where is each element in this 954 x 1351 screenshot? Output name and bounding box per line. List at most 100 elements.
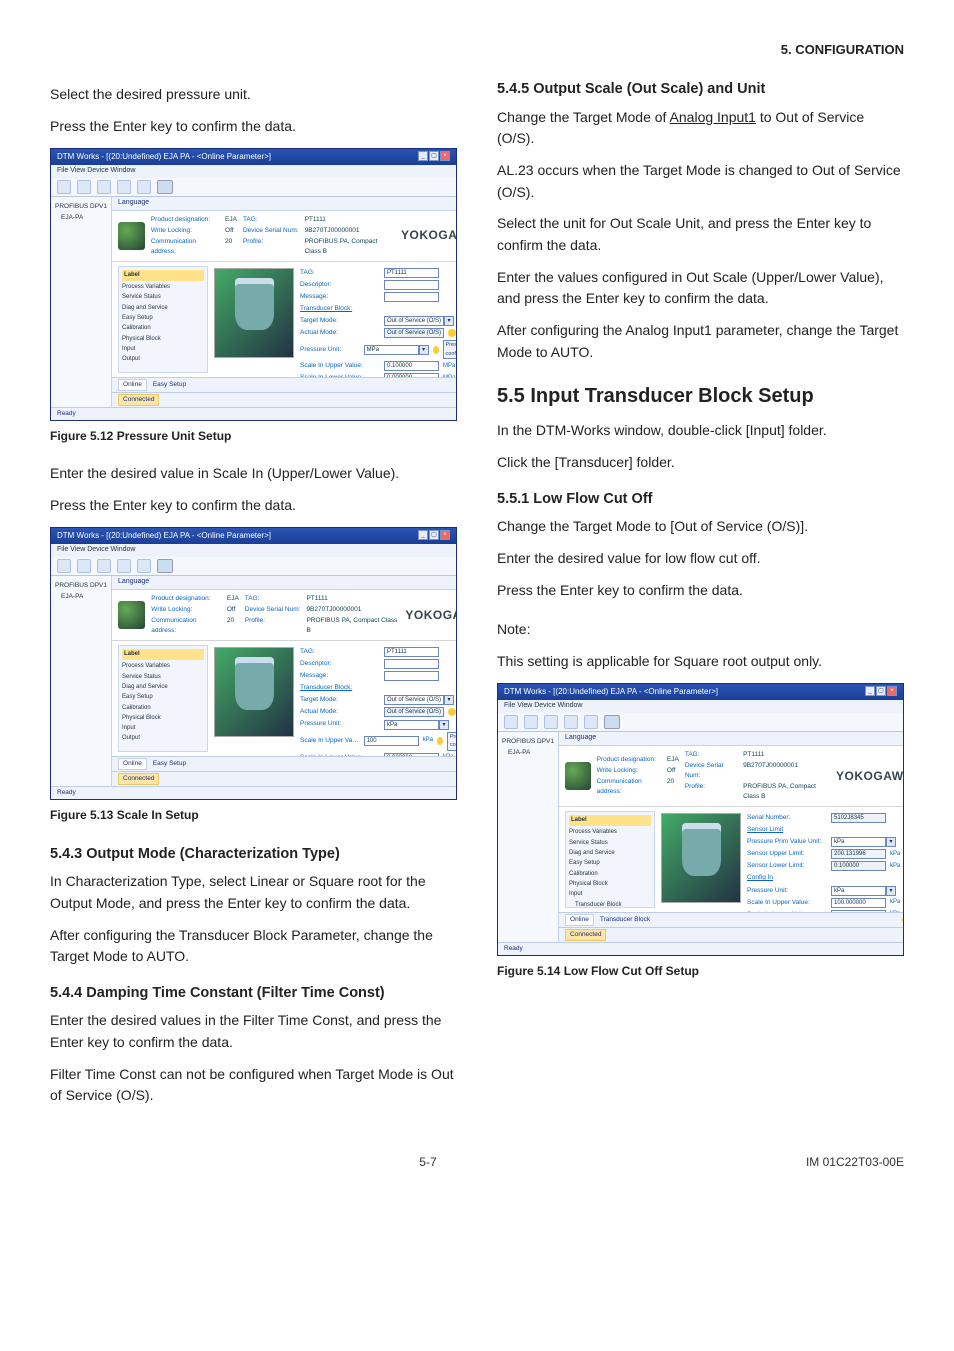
descriptor-input[interactable] [384, 659, 439, 669]
panel-item[interactable]: Transducer Block [569, 901, 651, 910]
panel-item[interactable]: Process Variables [569, 828, 651, 837]
chevron-down-icon[interactable]: ▾ [444, 695, 454, 705]
device-tree[interactable]: PROFIBUS DPV1 EJA-PA [498, 732, 559, 942]
window-buttons[interactable]: _ ▢ × [418, 151, 450, 163]
tree-root[interactable]: PROFIBUS DPV1 [55, 202, 107, 212]
message-input[interactable] [384, 671, 439, 681]
panel-item[interactable]: Input [122, 724, 204, 733]
panel-item[interactable]: Easy Setup [122, 693, 204, 702]
toolbar-button[interactable] [97, 559, 111, 573]
panel-item[interactable]: Service Status [569, 839, 651, 848]
toolbar-button[interactable] [57, 180, 71, 194]
panel-item[interactable]: Calibration [569, 870, 651, 879]
toolbar-button[interactable] [97, 180, 111, 194]
chevron-down-icon[interactable]: ▾ [886, 886, 896, 896]
toolbar-button[interactable] [77, 180, 91, 194]
tree-root[interactable]: PROFIBUS DPV1 [502, 737, 554, 747]
minimize-icon[interactable]: _ [418, 530, 428, 540]
panel-item[interactable]: Input [569, 890, 651, 899]
toolbar-button[interactable] [544, 715, 558, 729]
descriptor-input[interactable] [384, 280, 439, 290]
panel-item[interactable]: Service Status [122, 293, 204, 302]
scale-upper-input[interactable]: 100 [364, 736, 419, 746]
panel-item[interactable]: Diag and Service [122, 683, 204, 692]
panel-item[interactable]: Input [122, 345, 204, 354]
panel-item[interactable]: Process Variables [122, 662, 204, 671]
chevron-down-icon[interactable]: ▾ [439, 720, 449, 730]
maximize-icon[interactable]: ▢ [429, 151, 439, 161]
panel-item[interactable]: Output [122, 355, 204, 364]
tree-child[interactable]: EJA-PA [55, 213, 107, 223]
close-icon[interactable]: × [440, 530, 450, 540]
chevron-down-icon[interactable]: ▾ [419, 345, 429, 355]
scale-lower-input[interactable]: 0.000000 [384, 373, 439, 376]
panel-item[interactable]: Easy Setup [122, 314, 204, 323]
pv-unit-select[interactable]: kPa [831, 837, 886, 847]
toolbar-button[interactable] [117, 180, 131, 194]
language-tab[interactable]: Language [559, 732, 904, 746]
panel-item[interactable]: Diag and Service [569, 849, 651, 858]
pressure-unit-select[interactable]: kPa [384, 720, 439, 730]
scale-lower-input[interactable]: 0.000000 [384, 753, 439, 756]
toolbar-button[interactable] [57, 559, 71, 573]
toolbar[interactable] [51, 178, 456, 197]
panel-item[interactable]: Calibration [122, 704, 204, 713]
toolbar-button[interactable] [137, 559, 151, 573]
print-icon[interactable] [157, 180, 173, 194]
panel-item[interactable]: Diag and Service [122, 304, 204, 313]
chevron-down-icon[interactable]: ▾ [444, 316, 454, 326]
online-tab[interactable]: Online [118, 758, 147, 770]
toolbar-button[interactable] [564, 715, 578, 729]
menu-bar[interactable]: File View Device Window [498, 700, 903, 713]
window-buttons[interactable]: _ ▢ × [418, 530, 450, 542]
toolbar[interactable] [51, 557, 456, 576]
panel-item[interactable]: Process Variables [122, 283, 204, 292]
panel-item[interactable]: Output [122, 734, 204, 743]
close-icon[interactable]: × [887, 686, 897, 696]
panel-item[interactable]: Analog Input 1 [569, 911, 651, 912]
minimize-icon[interactable]: _ [865, 686, 875, 696]
panel-item[interactable]: Physical Block [122, 335, 204, 344]
scale-upper-input[interactable]: 0.100000 [384, 361, 439, 371]
panel-item[interactable]: Calibration [122, 324, 204, 333]
tag-input[interactable]: PT1111 [384, 647, 439, 657]
target-mode-select[interactable]: Out of Service (O/S) [384, 316, 444, 326]
panel-item[interactable]: Physical Block [569, 880, 651, 889]
toolbar-button[interactable] [77, 559, 91, 573]
label-panel[interactable]: Label Process Variables Service Status D… [565, 811, 655, 908]
label-panel[interactable]: Label Process Variables Service Status D… [118, 266, 208, 373]
device-tree[interactable]: PROFIBUS DPV1 EJA-PA [51, 197, 112, 407]
print-icon[interactable] [604, 715, 620, 729]
close-icon[interactable]: × [440, 151, 450, 161]
toolbar-button[interactable] [504, 715, 518, 729]
maximize-icon[interactable]: ▢ [876, 686, 886, 696]
label-panel[interactable]: Label Process Variables Service Status D… [118, 645, 208, 752]
tree-child[interactable]: EJA-PA [502, 748, 554, 758]
pressure-unit-select[interactable]: MPa [364, 345, 419, 355]
toolbar[interactable] [498, 713, 903, 732]
online-tab[interactable]: Online [118, 379, 147, 391]
pressure-unit-select[interactable]: kPa [831, 886, 886, 896]
minimize-icon[interactable]: _ [418, 151, 428, 161]
panel-item[interactable]: Physical Block [122, 714, 204, 723]
toolbar-button[interactable] [584, 715, 598, 729]
scale-lower-input[interactable]: 0.000000 [831, 910, 886, 912]
toolbar-button[interactable] [524, 715, 538, 729]
chevron-down-icon[interactable]: ▾ [886, 837, 896, 847]
online-tab[interactable]: Online [565, 914, 594, 926]
device-tree[interactable]: PROFIBUS DPV1 EJA-PA [51, 576, 112, 786]
print-icon[interactable] [157, 559, 173, 573]
menu-bar[interactable]: File View Device Window [51, 165, 456, 178]
language-tab[interactable]: Language [112, 576, 457, 590]
target-mode-select[interactable]: Out of Service (O/S) [384, 695, 444, 705]
tag-input[interactable]: PT1111 [384, 268, 439, 278]
scale-upper-input[interactable]: 100.000000 [831, 898, 886, 908]
tree-root[interactable]: PROFIBUS DPV1 [55, 581, 107, 591]
panel-item[interactable]: Easy Setup [569, 859, 651, 868]
maximize-icon[interactable]: ▢ [429, 530, 439, 540]
window-buttons[interactable]: _ ▢ × [865, 686, 897, 698]
menu-bar[interactable]: File View Device Window [51, 544, 456, 557]
toolbar-button[interactable] [137, 180, 151, 194]
message-input[interactable] [384, 292, 439, 302]
panel-item[interactable]: Service Status [122, 673, 204, 682]
